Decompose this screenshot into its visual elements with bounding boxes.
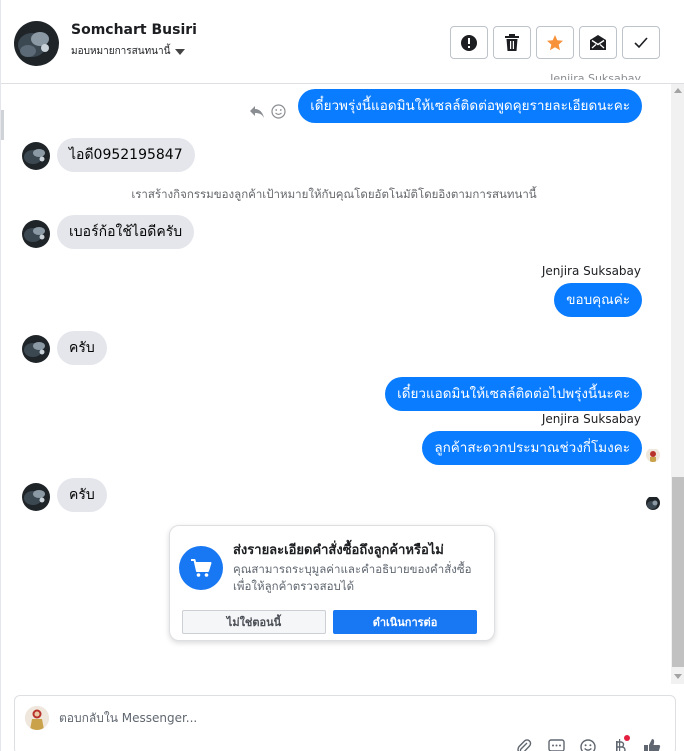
scroll-up-arrow-icon[interactable]	[674, 88, 682, 93]
scrollbar-thumb[interactable]	[672, 477, 684, 667]
card-title: ส่งรายละเอียดคำสั่งซื้อถึงลูกค้าหรือไม่	[233, 543, 444, 558]
message-bubble-outgoing[interactable]: ลูกค้าสะดวกประมาณช่วงกี่โมงคะ	[422, 431, 642, 465]
message-bubble-outgoing[interactable]: ขอบคุณค่ะ	[554, 283, 642, 317]
chevron-down-icon	[175, 49, 186, 55]
scroll-down-arrow-icon[interactable]	[674, 674, 682, 679]
mark-spam-button[interactable]	[450, 26, 488, 59]
contact-avatar-small	[22, 220, 50, 248]
saved-replies-button[interactable]	[547, 738, 565, 751]
agent-avatar	[25, 706, 49, 730]
order-details-prompt-card: ส่งรายละเอียดคำสั่งซื้อถึงลูกค้าหรือไม่ …	[169, 525, 495, 641]
message-bubble-incoming[interactable]: ครับ	[57, 331, 107, 365]
delete-button[interactable]	[493, 26, 531, 59]
mark-unread-icon	[590, 35, 606, 50]
sender-name-cutoff: Jenjira Suksabay	[550, 72, 641, 80]
message-bubble-incoming[interactable]: ครับ	[57, 478, 107, 512]
message-composer	[14, 695, 676, 751]
reply-icon[interactable]	[249, 105, 265, 119]
sender-name: Jenjira Suksabay	[541, 412, 641, 426]
reply-input[interactable]	[59, 708, 619, 728]
assign-conversation-dropdown[interactable]: มอบหมายการสนทนานี้	[71, 44, 186, 59]
side-divider	[1, 110, 4, 140]
paperclip-icon	[517, 739, 532, 751]
star-button[interactable]	[536, 26, 574, 59]
like-icon	[644, 739, 661, 751]
check-icon	[634, 36, 648, 48]
card-description: คุณสามารถระบุมูลค่าและคำอธิบายของคำสั่งซ…	[233, 562, 472, 593]
notification-dot	[624, 735, 630, 741]
mark-done-button[interactable]	[622, 26, 660, 59]
not-now-button[interactable]: ไม่ใช่ตอนนี้	[182, 610, 326, 634]
sender-name: Jenjira Suksabay	[541, 264, 641, 278]
saved-reply-icon	[547, 739, 565, 751]
composer-tools	[515, 735, 661, 751]
mark-unread-button[interactable]	[579, 26, 617, 59]
continue-button[interactable]: ดำเนินการต่อ	[333, 610, 477, 634]
message-bubble-outgoing[interactable]: เดี๋ยวพรุ่งนี้แอดมินให้เซลล์ติดต่อพูดคุย…	[298, 89, 642, 123]
assign-conversation-label: มอบหมายการสนทนานี้	[71, 46, 171, 57]
contact-name[interactable]: Somchart Busiri	[71, 22, 197, 38]
like-button[interactable]	[643, 738, 661, 751]
alert-icon	[461, 34, 477, 51]
contact-avatar-small	[22, 483, 50, 511]
header-actions	[450, 26, 660, 59]
message-bubble-outgoing[interactable]: เดี๋ยวแอดมินให้เซลล์ติดต่อไปพรุ่งนี้นะคะ	[385, 377, 642, 411]
contact-avatar-small	[22, 142, 50, 170]
agent-avatar-read-receipt	[646, 448, 660, 462]
contact-read-receipt	[646, 496, 660, 510]
star-icon	[547, 34, 563, 50]
contact-avatar[interactable]	[14, 21, 59, 66]
message-bubble-incoming[interactable]: ไอดี0952195847	[57, 138, 195, 172]
trash-icon	[505, 34, 519, 51]
system-notice: เราสร้างกิจกรรมของลูกค้าเป้าหมายให้กับคุ…	[131, 187, 537, 201]
payment-button[interactable]	[611, 735, 630, 751]
shopping-cart-icon	[179, 546, 223, 590]
emoji-icon	[580, 739, 596, 751]
conversation-panel: Somchart Busiri มอบหมายการสนทนานี้ Jenji…	[0, 0, 684, 751]
emoji-button[interactable]	[579, 738, 597, 751]
message-bubble-incoming[interactable]: เบอร์ก้อใช้ไอดีครับ	[57, 215, 195, 249]
contact-avatar-small	[22, 335, 50, 363]
currency-icon	[616, 739, 626, 751]
reaction-emoji-icon[interactable]	[271, 104, 286, 119]
attach-button[interactable]	[515, 738, 533, 751]
message-actions	[249, 104, 286, 119]
